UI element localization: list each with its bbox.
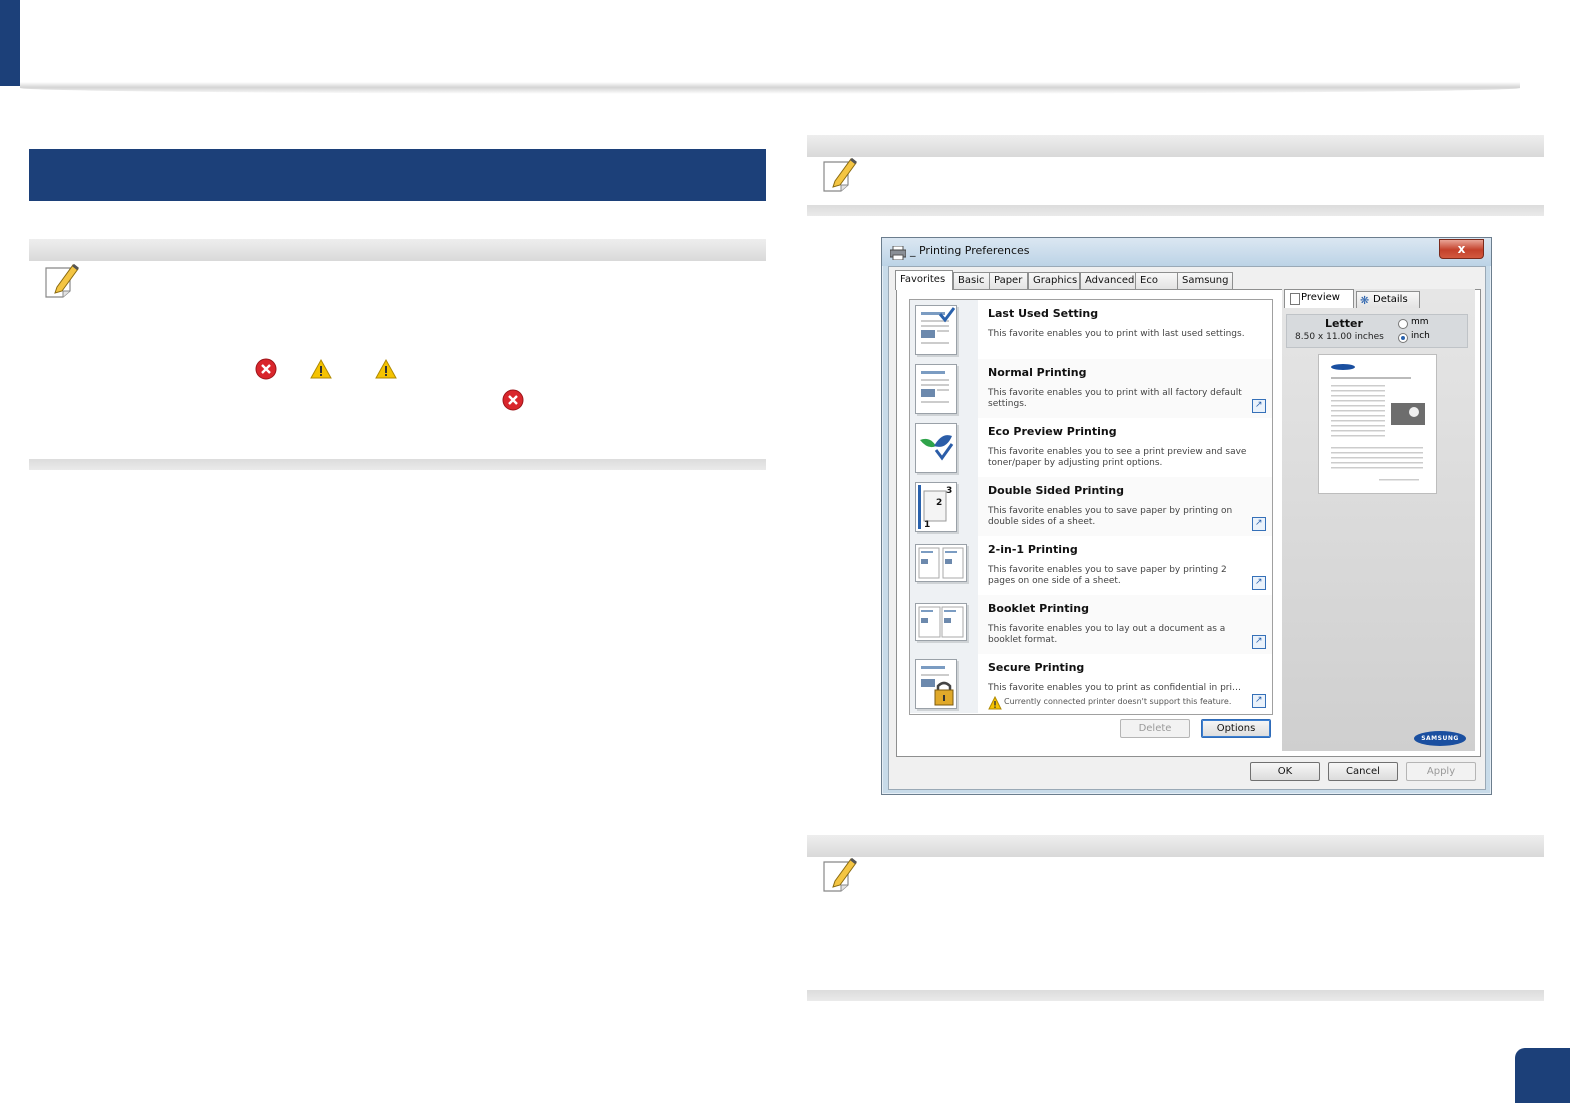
favorite-description: This favorite enables you to print with … xyxy=(988,388,1242,409)
eco-leaf-icon xyxy=(915,423,957,473)
paper-name: Letter xyxy=(1325,317,1363,330)
note-bottom-band xyxy=(807,990,1544,1001)
tab-preview-label: Preview xyxy=(1301,292,1340,303)
edit-favorite-icon[interactable]: ↗ xyxy=(1252,635,1266,649)
two-pages-icon xyxy=(915,544,967,582)
tab-eco[interactable]: Eco xyxy=(1135,272,1178,289)
favorite-item-booklet[interactable]: Booklet Printing This favorite enables y… xyxy=(910,595,1272,654)
note-bottom-band xyxy=(29,459,766,470)
favorite-name: Double Sided Printing xyxy=(988,484,1125,497)
note-box-right-bottom xyxy=(807,835,1544,1001)
preview-pane: Preview ❋ Details Letter 8.50 x 11.00 in… xyxy=(1282,289,1475,751)
tab-paper[interactable]: Paper xyxy=(989,272,1028,289)
paper-preview-image xyxy=(1318,354,1437,494)
tab-graphics[interactable]: Graphics xyxy=(1028,272,1080,289)
note-pencil-icon xyxy=(821,855,859,893)
page-icon xyxy=(1290,293,1300,305)
note-box-left xyxy=(29,239,766,470)
tab-favorites[interactable]: Favorites xyxy=(895,270,953,290)
warning-triangle-icon xyxy=(310,358,332,380)
ok-button[interactable]: OK xyxy=(1250,762,1320,781)
favorite-thumb-column xyxy=(910,595,978,654)
favorite-thumb-column: 32 1 xyxy=(910,477,978,536)
unit-inch-radio[interactable] xyxy=(1398,333,1408,343)
page-number-box xyxy=(1515,1048,1570,1103)
tab-advanced[interactable]: Advanced xyxy=(1080,272,1136,289)
favorite-name: Last Used Setting xyxy=(988,307,1099,320)
paper-size: 8.50 x 11.00 inches xyxy=(1295,332,1384,342)
favorite-name: Secure Printing xyxy=(988,661,1085,674)
lock-document-icon xyxy=(915,659,957,709)
svg-text:3: 3 xyxy=(946,486,952,496)
tab-basic[interactable]: Basic xyxy=(953,272,991,289)
document-icon xyxy=(915,364,957,414)
favorite-description: This favorite enables you to print as co… xyxy=(988,683,1241,693)
printing-preferences-dialog: _ Printing Preferences x Favorites Basic… xyxy=(881,237,1492,795)
samsung-logo: SAMSUNG xyxy=(1414,731,1466,746)
apply-button[interactable]: Apply xyxy=(1406,762,1476,781)
note-top-band xyxy=(807,835,1544,857)
edit-favorite-icon[interactable]: ↗ xyxy=(1252,399,1266,413)
tab-samsung[interactable]: Samsung xyxy=(1177,272,1233,289)
warning-triangle-icon xyxy=(375,358,397,380)
favorite-item-secure[interactable]: Secure Printing This favorite enables yo… xyxy=(910,654,1272,713)
favorite-item-double-sided[interactable]: 32 1 Double Sided Printing This favorite … xyxy=(910,477,1272,536)
edit-favorite-icon[interactable]: ↗ xyxy=(1252,576,1266,590)
favorite-warning-text: Currently connected printer doesn't supp… xyxy=(1004,697,1232,706)
dialog-title: _ Printing Preferences xyxy=(910,244,1030,257)
favorite-description: This favorite enables you to save paper … xyxy=(988,506,1233,527)
document-check-icon xyxy=(915,305,957,355)
edit-favorite-icon[interactable]: ↗ xyxy=(1252,517,1266,531)
cancel-button[interactable]: Cancel xyxy=(1328,762,1398,781)
close-icon: x xyxy=(1457,242,1466,256)
note-top-band xyxy=(807,135,1544,157)
unit-mm-label: mm xyxy=(1411,317,1429,327)
note-pencil-icon xyxy=(821,155,859,193)
tab-details-label: Details xyxy=(1373,294,1408,305)
warning-triangle-icon xyxy=(988,695,1002,710)
favorite-thumb-column xyxy=(910,654,978,713)
favorite-item-eco-preview[interactable]: Eco Preview Printing This favorite enabl… xyxy=(910,418,1272,477)
delete-button[interactable]: Delete xyxy=(1120,719,1190,738)
tab-preview[interactable]: Preview xyxy=(1284,289,1354,308)
favorite-name: Normal Printing xyxy=(988,366,1087,379)
favorite-name: Eco Preview Printing xyxy=(988,425,1117,438)
top-edge-marker xyxy=(0,0,20,86)
favorite-item-last-used[interactable]: Last Used Setting This favorite enables … xyxy=(910,300,1272,359)
favorite-description: This favorite enables you to lay out a d… xyxy=(988,624,1226,645)
unit-inch-label: inch xyxy=(1411,331,1430,341)
favorite-thumb-column xyxy=(910,359,978,418)
unit-mm-radio[interactable] xyxy=(1398,319,1408,329)
favorite-thumb-column xyxy=(910,300,978,359)
favorite-name: Booklet Printing xyxy=(988,602,1089,615)
printer-icon xyxy=(889,245,907,261)
favorite-thumb-column xyxy=(910,418,978,477)
tab-details[interactable]: ❋ Details xyxy=(1356,291,1420,308)
favorite-name: 2-in-1 Printing xyxy=(988,543,1078,556)
favorites-list[interactable]: Last Used Setting This favorite enables … xyxy=(909,299,1273,715)
note-bottom-band xyxy=(807,205,1544,216)
svg-text:2: 2 xyxy=(936,498,942,508)
close-button[interactable]: x xyxy=(1439,239,1484,259)
favorite-item-normal[interactable]: Normal Printing This favorite enables yo… xyxy=(910,359,1272,418)
favorite-description: This favorite enables you to save paper … xyxy=(988,565,1227,586)
favorite-item-2-in-1[interactable]: 2-in-1 Printing This favorite enables yo… xyxy=(910,536,1272,595)
note-box-right-top xyxy=(807,135,1544,216)
section-heading-bar xyxy=(29,149,766,201)
favorite-thumb-column xyxy=(910,536,978,595)
note-top-band xyxy=(29,239,766,261)
options-button[interactable]: Options xyxy=(1201,719,1271,738)
paper-info-box: Letter 8.50 x 11.00 inches mm inch xyxy=(1286,314,1468,348)
error-x-icon xyxy=(502,389,524,411)
svg-text:1: 1 xyxy=(924,520,930,530)
header-divider xyxy=(20,82,1520,94)
gear-icon: ❋ xyxy=(1360,294,1370,307)
note-pencil-icon xyxy=(43,261,81,299)
booklet-icon xyxy=(915,603,967,641)
favorite-description: This favorite enables you to see a print… xyxy=(988,447,1247,468)
favorite-description: This favorite enables you to print with … xyxy=(988,329,1245,339)
error-x-icon xyxy=(255,358,277,380)
edit-favorite-icon[interactable]: ↗ xyxy=(1252,694,1266,708)
double-sided-icon: 32 1 xyxy=(915,482,957,532)
